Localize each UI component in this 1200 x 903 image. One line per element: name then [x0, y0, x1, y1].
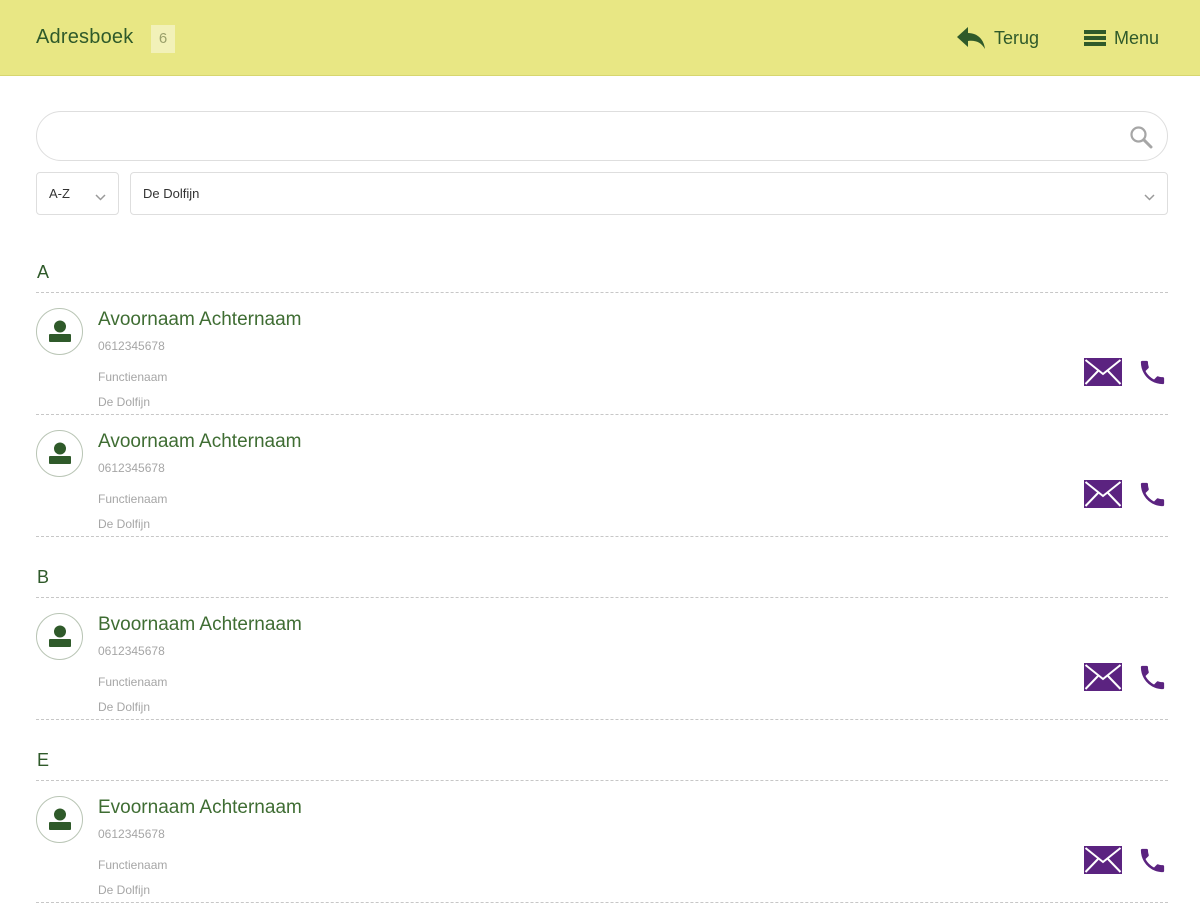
envelope-icon[interactable] [1084, 846, 1122, 874]
hamburger-icon [1084, 29, 1106, 47]
contact-list: A Avoornaam Achternaam 0612345678 Functi… [36, 250, 1168, 903]
page-title: Adresboek [36, 26, 134, 48]
contact-row[interactable]: Avoornaam Achternaam 0612345678 Functien… [36, 293, 1168, 415]
person-icon [36, 796, 83, 843]
menu-label: Menu [1114, 27, 1160, 48]
contact-function: Functienaam [98, 370, 168, 384]
app-header: Adresboek 6 Terug Menu [0, 0, 1200, 76]
contact-name: Evoornaam Achternaam [98, 797, 302, 818]
search-bar [36, 111, 1168, 161]
envelope-icon[interactable] [1084, 480, 1122, 508]
letter-heading-a: A [36, 250, 1168, 293]
contact-organization: De Dolfijn [98, 883, 151, 897]
menu-button[interactable]: Menu [1084, 24, 1159, 52]
chevron-down-icon [95, 189, 106, 204]
back-label: Terug [994, 27, 1040, 48]
magnifier-icon[interactable] [1129, 125, 1153, 154]
letter-heading-e: E [36, 720, 1168, 781]
reply-arrow-icon [956, 26, 986, 50]
envelope-icon[interactable] [1084, 663, 1122, 691]
sort-select-value: A-Z [49, 186, 70, 201]
contact-organization: De Dolfijn [98, 700, 151, 714]
contact-phone: 0612345678 [98, 644, 165, 658]
location-select-value: De Dolfijn [143, 186, 200, 201]
contact-organization: De Dolfijn [98, 517, 151, 531]
location-select[interactable]: De Dolfijn [130, 172, 1168, 215]
letter-heading-b: B [36, 537, 1168, 598]
contact-function: Functienaam [98, 675, 168, 689]
back-button[interactable]: Terug [956, 24, 1039, 52]
contact-name: Bvoornaam Achternaam [98, 614, 302, 635]
contact-row[interactable]: Evoornaam Achternaam 0612345678 Functien… [36, 781, 1168, 903]
envelope-icon[interactable] [1084, 358, 1122, 386]
contact-organization: De Dolfijn [98, 395, 151, 409]
person-icon [36, 430, 83, 477]
contact-function: Functienaam [98, 492, 168, 506]
chevron-down-icon [1144, 189, 1155, 204]
phone-icon[interactable] [1137, 479, 1168, 510]
phone-icon[interactable] [1137, 357, 1168, 388]
contact-row[interactable]: Bvoornaam Achternaam 0612345678 Functien… [36, 598, 1168, 720]
sort-select[interactable]: A-Z [36, 172, 119, 215]
phone-icon[interactable] [1137, 845, 1168, 876]
person-icon [36, 613, 83, 660]
contact-phone: 0612345678 [98, 461, 165, 475]
contact-phone: 0612345678 [98, 827, 165, 841]
contact-phone: 0612345678 [98, 339, 165, 353]
contact-count-badge: 6 [151, 25, 175, 53]
search-input[interactable] [57, 122, 1117, 152]
contact-row[interactable]: Avoornaam Achternaam 0612345678 Functien… [36, 415, 1168, 537]
person-icon [36, 308, 83, 355]
phone-icon[interactable] [1137, 662, 1168, 693]
contact-name: Avoornaam Achternaam [98, 431, 302, 452]
contact-name: Avoornaam Achternaam [98, 309, 302, 330]
contact-function: Functienaam [98, 858, 168, 872]
